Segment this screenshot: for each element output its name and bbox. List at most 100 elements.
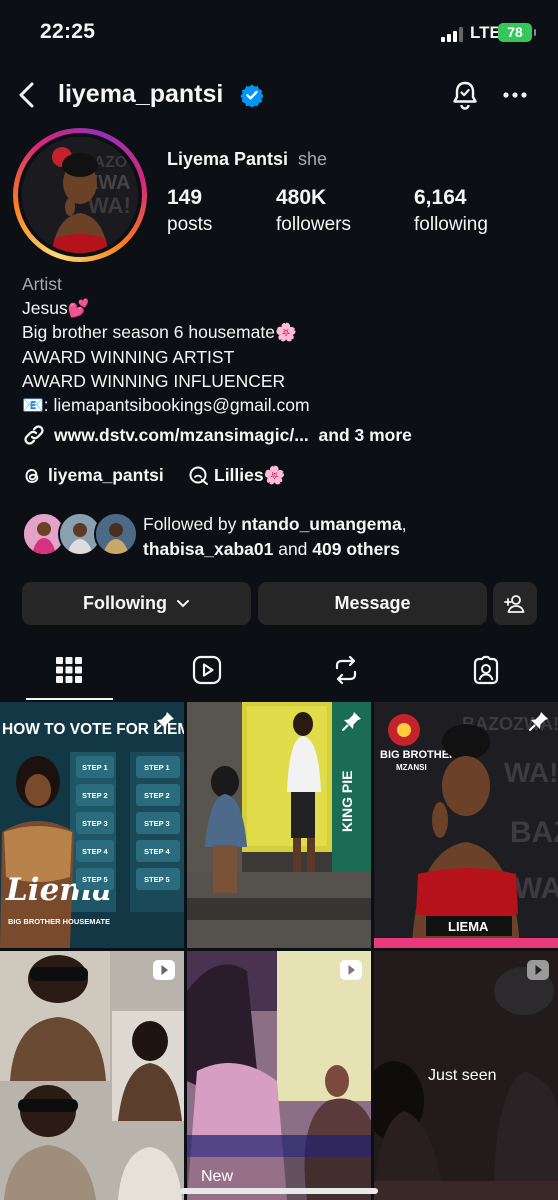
profile-link-more[interactable]: and 3 more <box>319 425 412 445</box>
step-label: STEP 2 <box>144 791 170 800</box>
mutual-user-2[interactable]: thabisa_xaba01 <box>143 539 273 559</box>
post-overlay-text: KING PIE <box>339 771 355 832</box>
post-name-label: LIEMA <box>448 919 489 934</box>
grid-post[interactable]: HOW TO VOTE FOR LIEMA Liema BIG BROTHER … <box>0 702 184 948</box>
step-label: STEP 5 <box>82 875 108 884</box>
pinned-icon <box>529 712 548 731</box>
status-bar: 22:25 LTE 78 <box>0 0 558 66</box>
stat-followers[interactable]: 480K followers <box>276 186 351 236</box>
tab-reels[interactable] <box>162 644 252 700</box>
post-bottom-text: BIG BROTHER HOUSEMATE <box>8 917 110 926</box>
verified-badge-icon <box>240 84 264 107</box>
profile-avatar-story-ring[interactable]: BAZO ZWA WA! <box>13 128 147 262</box>
mutual-others[interactable]: 409 others <box>312 539 400 559</box>
mutual-avatar <box>94 512 138 556</box>
threads-icon <box>25 469 39 483</box>
stat-posts-value: 149 <box>167 186 203 209</box>
reel-icon <box>340 960 362 980</box>
post-thumbnail: KING PIE <box>187 702 371 948</box>
post-thumbnail <box>0 951 184 1200</box>
step-label: STEP 4 <box>144 847 171 856</box>
step-label: STEP 1 <box>144 763 170 772</box>
grid-post[interactable]: BAZOZWA! WA! BAZ WA BIG BROTHER MZANSI L… <box>374 702 558 948</box>
pinned-icon <box>155 712 174 731</box>
home-indicator[interactable] <box>180 1188 378 1194</box>
broadcast-channel-icon <box>189 466 208 485</box>
bio-line: AWARD WINNING INFLUENCER <box>22 370 286 391</box>
mutual-user-1[interactable]: ntando_umangema <box>241 514 401 534</box>
stat-followers-value: 480K <box>276 186 327 209</box>
step-label: STEP 3 <box>144 819 170 828</box>
post-thumbnail: HOW TO VOTE FOR LIEMA Liema BIG BROTHER … <box>0 702 184 948</box>
profile-header: liyema_pantsi <box>0 72 558 118</box>
suggested-users-button[interactable] <box>493 582 537 625</box>
tab-posts-grid[interactable] <box>24 644 114 700</box>
grid-icon <box>56 657 82 683</box>
reel-icon <box>153 960 175 980</box>
reposts-icon <box>335 655 357 685</box>
step-label: STEP 3 <box>82 819 108 828</box>
step-label: STEP 5 <box>144 875 170 884</box>
svg-text:WA!: WA! <box>504 757 558 788</box>
post-overlay-text: Just seen <box>428 1067 496 1084</box>
stat-posts-label: posts <box>167 214 213 235</box>
pinned-icon <box>342 712 361 731</box>
chevron-down-icon <box>177 600 189 608</box>
step-label: STEP 2 <box>82 791 108 800</box>
step-label: STEP 1 <box>82 763 108 772</box>
message-button[interactable]: Message <box>258 582 487 625</box>
post-sub-text: MZANSI <box>396 763 427 772</box>
post-thumbnail: Just seen <box>374 951 558 1200</box>
notifications-bell-icon[interactable] <box>450 79 480 111</box>
link-icon <box>24 425 44 445</box>
posts-grid: HOW TO VOTE FOR LIEMA Liema BIG BROTHER … <box>0 702 558 1200</box>
svg-text:WA!: WA! <box>88 193 131 218</box>
reels-icon <box>192 655 222 685</box>
followed-by-text: Followed by ntando_umangema, thabisa_xab… <box>143 514 407 559</box>
reel-icon <box>527 960 549 980</box>
profile-avatar: BAZO ZWA WA! <box>18 133 142 257</box>
following-button[interactable]: Following <box>22 582 251 625</box>
profile-username: liyema_pantsi <box>58 80 224 108</box>
more-options-icon[interactable] <box>500 82 530 108</box>
profile-display-name: Liyema Pantsi <box>167 149 289 169</box>
network-label: LTE <box>470 23 501 42</box>
tab-reposts[interactable] <box>301 644 391 700</box>
profile-bio: Artist Jesus💕 Big brother season 6 house… <box>22 272 310 417</box>
avatar-image: BAZO ZWA WA! <box>22 137 138 253</box>
bio-line: Big brother season 6 housemate🌸 <box>22 322 297 343</box>
stat-posts[interactable]: 149 posts <box>167 186 212 236</box>
status-time: 22:25 <box>40 20 96 43</box>
grid-post[interactable]: New <box>187 951 371 1200</box>
add-user-icon <box>504 595 525 613</box>
bio-line: AWARD WINNING ARTIST <box>22 346 235 367</box>
broadcast-channel-name: Lillies🌸 <box>214 465 286 485</box>
tab-tagged[interactable] <box>441 644 531 700</box>
followed-by-prefix: Followed by <box>143 514 242 534</box>
bio-line-email[interactable]: 📧: liemapantsibookings@gmail.com <box>22 393 310 417</box>
stat-followers-label: followers <box>276 214 351 235</box>
profile-link-text[interactable]: www.dstv.com/mzansimagic/... <box>54 425 309 445</box>
grid-post[interactable]: Just seen <box>374 951 558 1200</box>
following-button-label: Following <box>83 593 167 613</box>
battery-level: 78 <box>507 24 523 40</box>
svg-text:BAZ: BAZ <box>510 816 558 849</box>
active-tab-indicator <box>26 698 113 700</box>
grid-post[interactable]: KING PIE <box>187 702 371 948</box>
message-button-label: Message <box>334 593 411 613</box>
bio-line: Jesus💕 <box>22 298 90 319</box>
signal-icon <box>441 27 465 42</box>
grid-post[interactable] <box>0 951 184 1200</box>
followed-by[interactable]: Followed by ntando_umangema, thabisa_xab… <box>22 510 542 560</box>
tagged-icon <box>473 655 499 685</box>
stat-following-value: 6,164 <box>414 186 467 209</box>
back-icon[interactable] <box>14 80 42 110</box>
profile-tabs <box>0 644 558 700</box>
stat-following[interactable]: 6,164 following <box>414 186 488 236</box>
step-label: STEP 4 <box>82 847 109 856</box>
svg-text:WA: WA <box>514 872 558 905</box>
stat-following-label: following <box>414 214 488 235</box>
followed-by-and: and <box>273 538 313 559</box>
profile-pronoun: she <box>298 149 328 169</box>
threads-handle: liyema_pantsi <box>48 465 164 485</box>
